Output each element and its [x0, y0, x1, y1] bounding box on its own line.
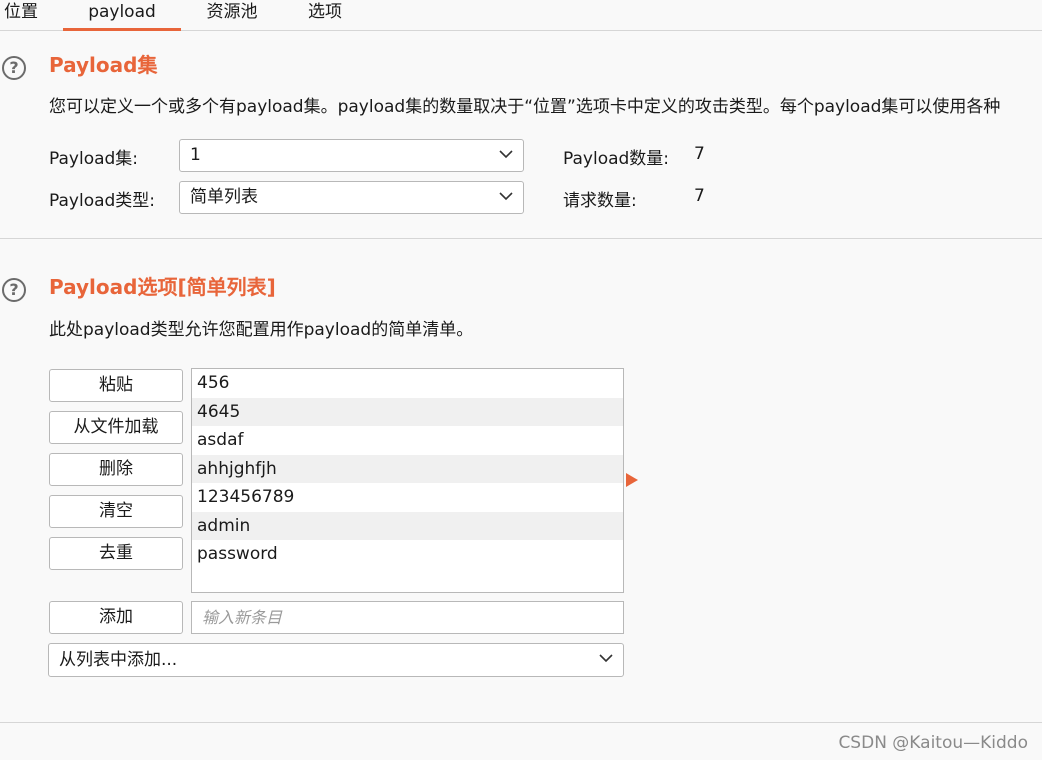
clipped-section-title [49, 752, 199, 760]
help-icon[interactable]: ? [2, 278, 26, 302]
add-button[interactable]: 添加 [49, 601, 183, 634]
payload-set-value: 1 [190, 145, 201, 165]
section-divider [0, 722, 1042, 723]
payload-set-select[interactable]: 1 [179, 139, 524, 172]
deduplicate-button[interactable]: 去重 [49, 537, 183, 570]
request-count-value: 7 [694, 186, 705, 206]
tab-payload[interactable]: payload [63, 0, 181, 31]
payload-options-description: 此处payload类型允许您配置用作payload的简单清单。 [49, 320, 474, 340]
request-count-label: 请求数量: [563, 191, 637, 211]
add-from-list-value: 从列表中添加... [59, 650, 178, 670]
payload-count-value: 7 [694, 144, 705, 164]
payload-type-select[interactable]: 简单列表 [179, 181, 524, 214]
payload-sets-title: Payload集 [49, 53, 158, 77]
payload-list[interactable]: 456 4645 asdaf ahhjghfjh 123456789 admin… [191, 368, 624, 593]
clear-button[interactable]: 清空 [49, 495, 183, 528]
list-item[interactable]: password [192, 540, 623, 569]
payload-type-value: 简单列表 [190, 187, 258, 207]
add-from-list-select[interactable]: 从列表中添加... [48, 643, 624, 677]
list-item[interactable]: 4645 [192, 397, 623, 426]
tab-options[interactable]: 选项 [306, 0, 344, 28]
payload-type-label: Payload类型: [49, 191, 156, 211]
tab-resource-pool[interactable]: 资源池 [204, 0, 260, 28]
payload-sets-description: 您可以定义一个或多个有payload集。payload集的数量取决于“位置”选项… [49, 97, 1001, 117]
chevron-down-icon [599, 654, 613, 663]
section-divider [0, 238, 1042, 239]
remove-button[interactable]: 删除 [49, 453, 183, 486]
list-item[interactable]: ahhjghfjh [192, 454, 623, 483]
tab-bar: 位置 payload 资源池 选项 [0, 0, 1042, 31]
chevron-down-icon [499, 149, 513, 158]
list-item[interactable]: asdaf [192, 426, 623, 455]
help-icon[interactable]: ? [2, 56, 26, 80]
load-from-file-button[interactable]: 从文件加载 [49, 411, 183, 444]
watermark: CSDN @Kaitou—Kiddo [838, 733, 1028, 753]
chevron-down-icon [499, 191, 513, 200]
payload-set-label: Payload集: [49, 149, 139, 169]
tab-positions[interactable]: 位置 [2, 0, 40, 28]
list-item[interactable]: 456 [192, 369, 623, 398]
list-item[interactable]: 123456789 [192, 483, 623, 512]
payload-options-title: Payload选项[简单列表] [49, 275, 276, 299]
arrow-right-icon[interactable] [626, 473, 638, 487]
paste-button[interactable]: 粘贴 [49, 369, 183, 402]
payload-count-label: Payload数量: [563, 149, 670, 169]
new-item-input[interactable] [191, 601, 624, 634]
list-item[interactable]: admin [192, 511, 623, 540]
